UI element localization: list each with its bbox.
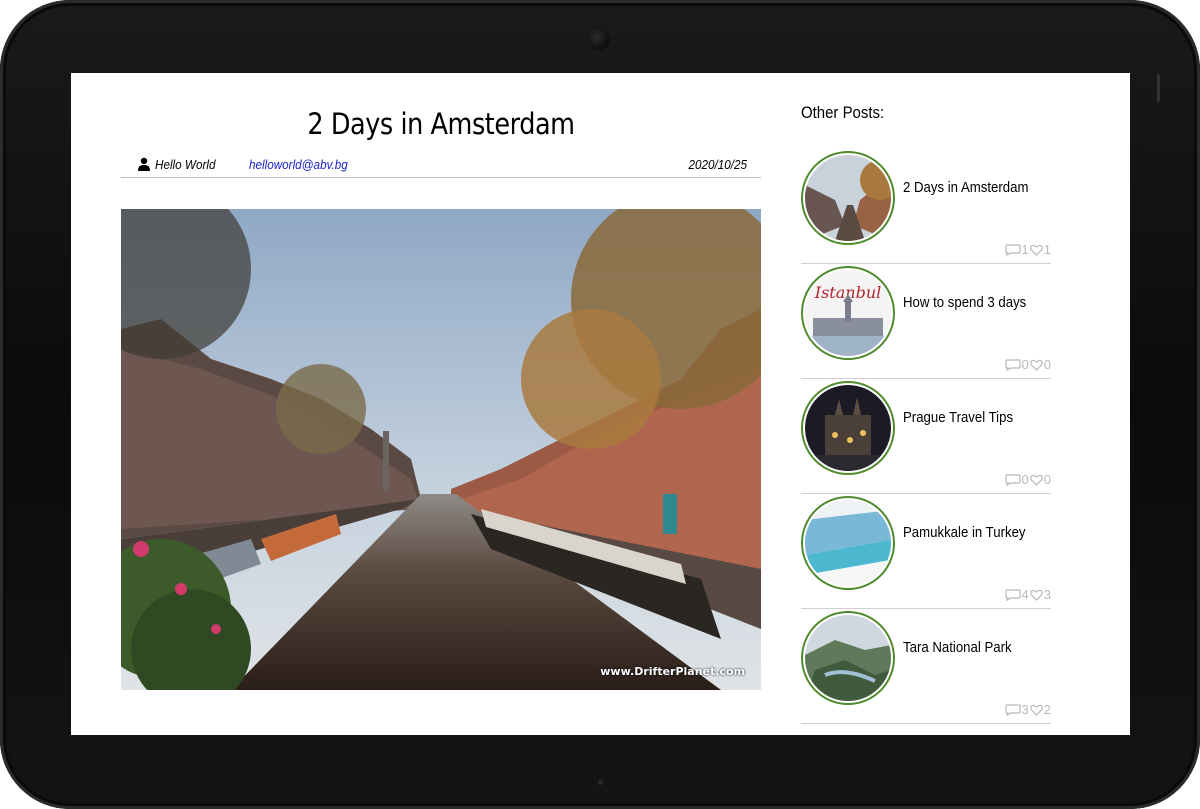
other-post-item[interactable]: 2 Days in Amsterdam 1 1 <box>801 149 1051 264</box>
comment-count: 1 <box>1021 242 1029 257</box>
post-title: Pamukkale in Turkey <box>903 524 1026 541</box>
other-post-item[interactable]: Tara National Park 3 2 <box>801 609 1051 724</box>
post-title: Tara National Park <box>903 639 1012 656</box>
post-stats: 3 2 <box>1004 702 1051 717</box>
like-count: 3 <box>1043 587 1051 602</box>
like-count: 1 <box>1043 242 1051 257</box>
heart-icon[interactable] <box>1029 244 1043 256</box>
comment-count: 3 <box>1021 702 1029 717</box>
other-post-item[interactable]: Pamukkale in Turkey 4 3 <box>801 494 1051 609</box>
author-name: Hello World <box>155 157 216 172</box>
post-title: Prague Travel Tips <box>903 409 1014 426</box>
post-thumbnail <box>801 496 895 590</box>
like-count: 2 <box>1043 702 1051 717</box>
post-stats: 4 3 <box>1004 587 1051 602</box>
user-icon <box>138 157 150 171</box>
post-meta: Hello World helloworld@abv.bg 2020/10/25 <box>121 155 761 178</box>
heart-icon[interactable] <box>1029 589 1043 601</box>
side-button <box>1157 74 1160 102</box>
other-post-item[interactable]: Prague Travel Tips 0 0 <box>801 379 1051 494</box>
comment-icon <box>1004 588 1021 601</box>
camera-icon <box>588 28 610 50</box>
comment-icon <box>1004 243 1021 256</box>
post-date: 2020/10/25 <box>688 157 747 172</box>
post-title: 2 Days in Amsterdam <box>903 179 1029 196</box>
comment-icon <box>1004 358 1021 371</box>
post-stats: 1 1 <box>1004 242 1051 257</box>
post-thumbnail <box>801 381 895 475</box>
other-post-item[interactable]: Istanbul How to spend 3 days 0 0 <box>801 264 1051 379</box>
post-thumbnail <box>801 151 895 245</box>
page-title: 2 Days in Amsterdam <box>307 107 575 141</box>
tara-park-thumbnail <box>805 615 891 701</box>
comment-count: 0 <box>1021 472 1029 487</box>
prague-thumbnail <box>805 385 891 471</box>
image-watermark: www.DrifterPlanet.com <box>600 665 745 678</box>
home-sensor <box>598 780 603 785</box>
amsterdam-thumbnail <box>805 155 891 241</box>
post-thumbnail <box>801 611 895 705</box>
heart-icon[interactable] <box>1029 359 1043 371</box>
post-stats: 0 0 <box>1004 472 1051 487</box>
comment-icon <box>1004 703 1021 716</box>
author-email-link[interactable]: helloworld@abv.bg <box>249 157 348 172</box>
post-title: How to spend 3 days <box>903 294 1027 311</box>
post-thumbnail: Istanbul <box>801 266 895 360</box>
like-count: 0 <box>1043 357 1051 372</box>
sidebar-heading: Other Posts: <box>801 103 885 122</box>
comment-count: 0 <box>1021 357 1029 372</box>
pamukkale-thumbnail <box>805 500 891 586</box>
other-posts-list: 2 Days in Amsterdam 1 1 Istanbul How to … <box>801 149 1051 724</box>
post-stats: 0 0 <box>1004 357 1051 372</box>
screen: 2 Days in Amsterdam Hello World hellowor… <box>71 73 1130 735</box>
heart-icon[interactable] <box>1029 474 1043 486</box>
like-count: 0 <box>1043 472 1051 487</box>
tablet-frame: 2 Days in Amsterdam Hello World hellowor… <box>0 0 1200 809</box>
istanbul-thumbnail: Istanbul <box>805 270 891 356</box>
heart-icon[interactable] <box>1029 704 1043 716</box>
hero-image: www.DrifterPlanet.com <box>121 209 761 690</box>
comment-icon <box>1004 473 1021 486</box>
canal-photo <box>121 209 761 690</box>
comment-count: 4 <box>1021 587 1029 602</box>
